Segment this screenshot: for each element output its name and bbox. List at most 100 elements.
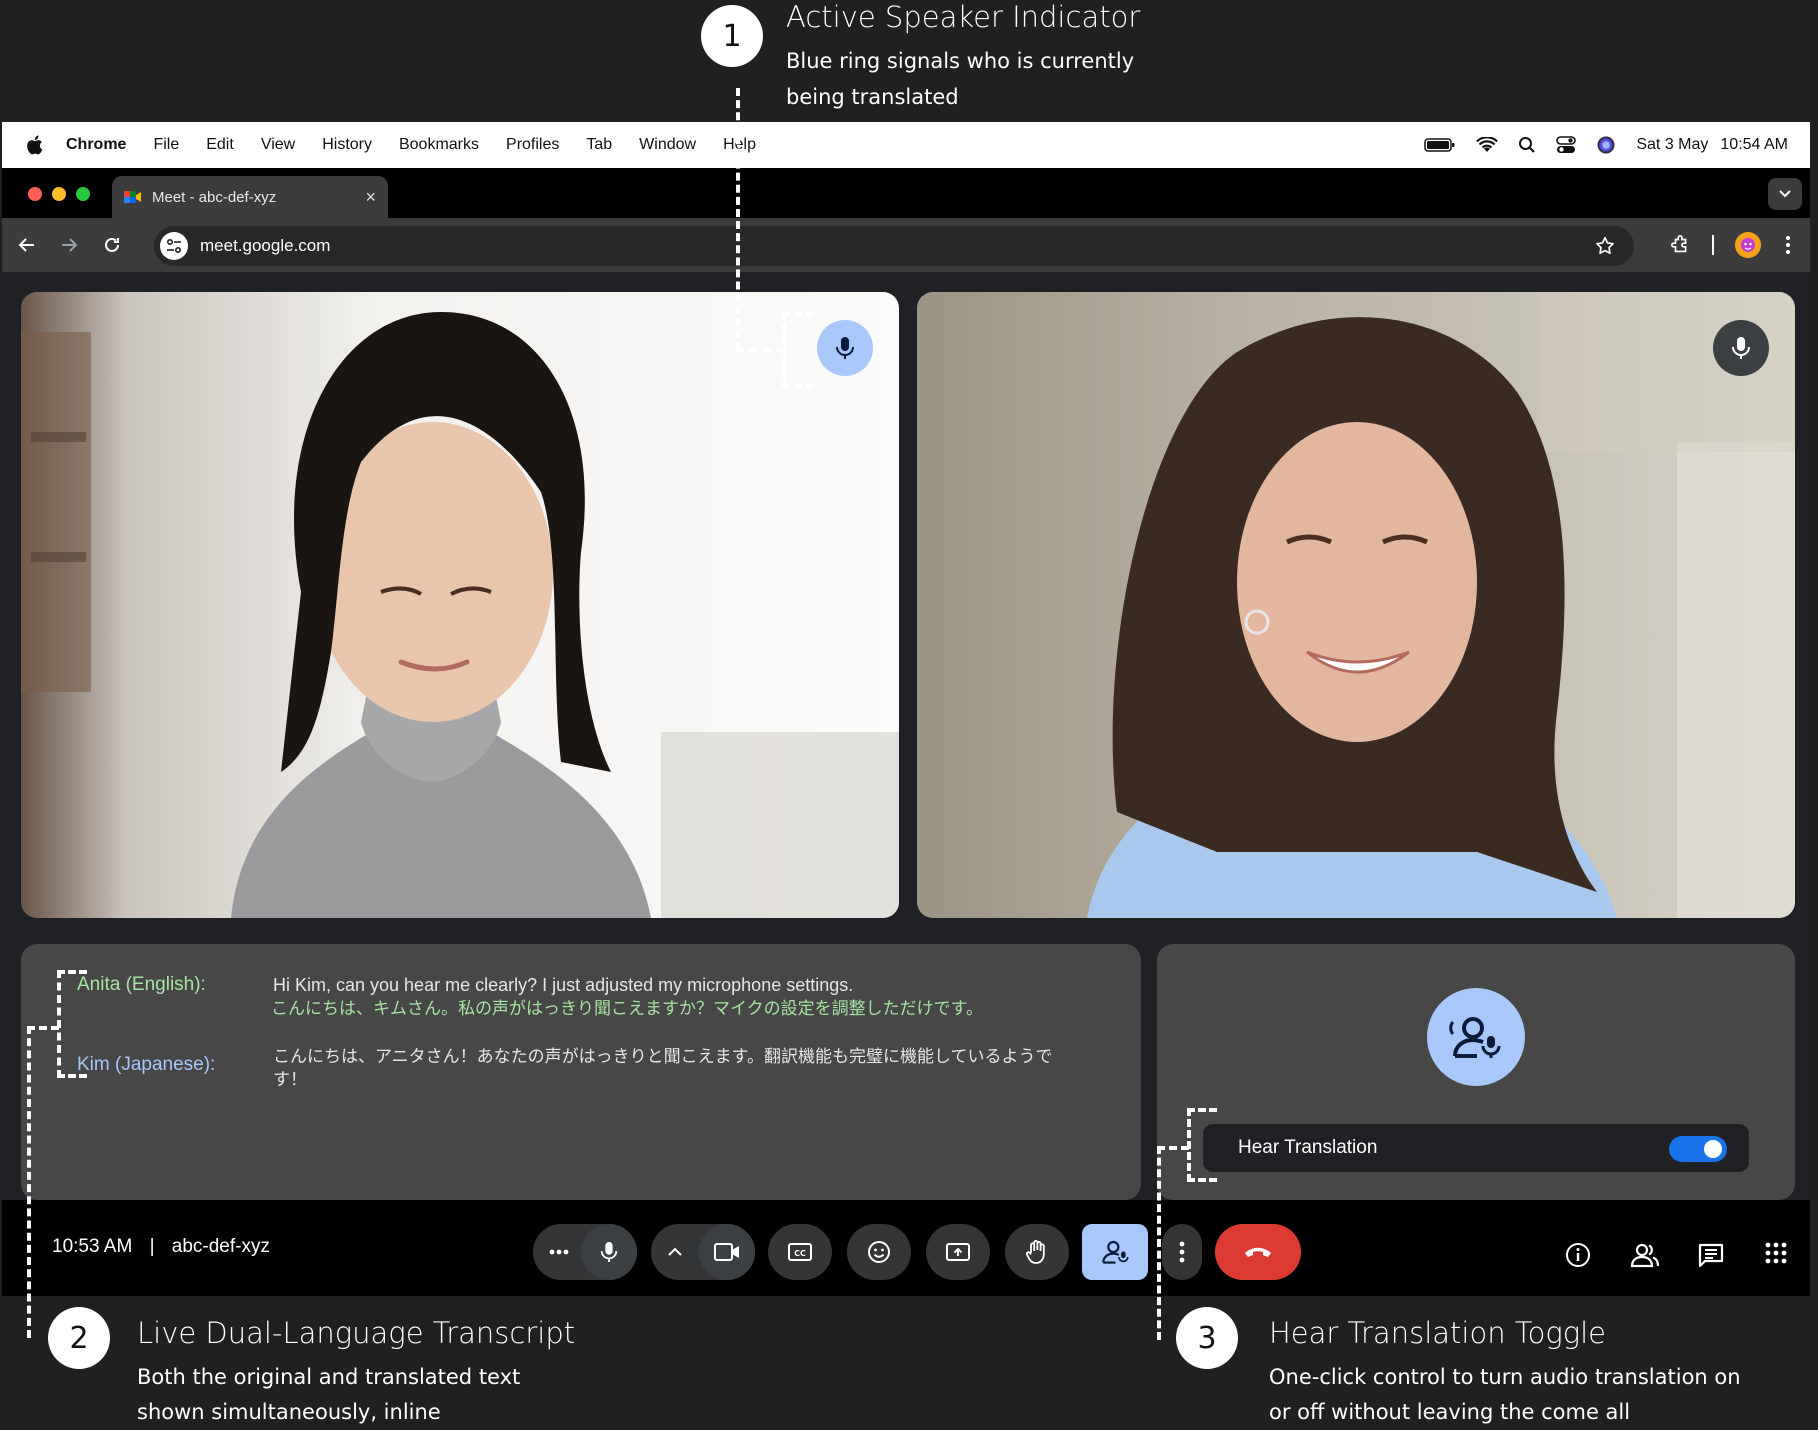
hear-translation-row[interactable]: Hear Translation bbox=[1203, 1124, 1749, 1172]
menu-tab[interactable]: Tab bbox=[586, 136, 612, 154]
tab-title: Meet - abc-def-xyz bbox=[152, 188, 277, 206]
reactions-button[interactable] bbox=[847, 1224, 911, 1280]
more-options-button[interactable] bbox=[1162, 1224, 1202, 1280]
video-camera-icon bbox=[714, 1243, 739, 1261]
url-text[interactable]: meet.google.com bbox=[200, 236, 330, 256]
translation-avatar bbox=[1427, 988, 1525, 1086]
kim-mic-badge bbox=[1713, 320, 1769, 376]
meeting-info-separator: | bbox=[149, 1236, 155, 1257]
search-icon[interactable] bbox=[1518, 136, 1536, 154]
meeting-time: 10:53 AM bbox=[52, 1236, 133, 1257]
toolbar-divider bbox=[1712, 235, 1714, 255]
transcript-speaker-anita: Anita (English): bbox=[77, 974, 206, 995]
menu-history[interactable]: History bbox=[322, 136, 372, 154]
video-tile-kim[interactable] bbox=[917, 292, 1795, 918]
callout-desc-2b: shown simultaneously, inline bbox=[137, 1400, 441, 1424]
microphone-button[interactable] bbox=[581, 1224, 637, 1280]
chevron-down-icon bbox=[1779, 190, 1791, 198]
browser-tab-meet[interactable]: Meet - abc-def-xyz × bbox=[112, 176, 388, 218]
callout-title-3: Hear Translation Toggle bbox=[1269, 1316, 1607, 1350]
address-bar[interactable]: meet.google.com bbox=[154, 226, 1634, 266]
site-info-icon[interactable] bbox=[160, 232, 188, 260]
control-center-icon[interactable] bbox=[1556, 136, 1577, 154]
meet-favicon-icon bbox=[124, 191, 141, 203]
svg-text:CC: CC bbox=[794, 1249, 806, 1258]
reload-button[interactable] bbox=[99, 232, 125, 258]
mic-icon bbox=[1732, 337, 1750, 359]
menubar-date[interactable]: Sat 3 May bbox=[1636, 136, 1708, 154]
browser-menu-icon[interactable] bbox=[1784, 234, 1792, 256]
menu-file[interactable]: File bbox=[153, 136, 179, 154]
present-screen-button[interactable] bbox=[926, 1224, 990, 1280]
callout-connector-2-horizontal bbox=[27, 1026, 59, 1030]
menu-app-name[interactable]: Chrome bbox=[66, 136, 126, 154]
close-window-button[interactable] bbox=[28, 187, 42, 201]
raise-hand-icon bbox=[1025, 1240, 1045, 1264]
callout-bracket-3 bbox=[1187, 1108, 1217, 1182]
arrow-right-icon bbox=[62, 238, 78, 252]
meet-control-bar: 10:53 AM | abc-def-xyz CC bbox=[2, 1200, 1810, 1296]
tab-close-icon[interactable]: × bbox=[365, 187, 376, 208]
menu-window[interactable]: Window bbox=[639, 136, 696, 154]
transcript-speaker-kim: Kim (Japanese): bbox=[77, 1054, 216, 1075]
closed-captions-icon: CC bbox=[788, 1243, 812, 1261]
meeting-details-icon[interactable] bbox=[1565, 1242, 1591, 1268]
callout-connector-3-horizontal bbox=[1157, 1146, 1189, 1150]
chat-icon[interactable] bbox=[1698, 1242, 1724, 1268]
camera-button[interactable] bbox=[699, 1224, 755, 1280]
menu-edit[interactable]: Edit bbox=[206, 136, 234, 154]
profile-avatar[interactable] bbox=[1735, 232, 1761, 258]
mic-icon bbox=[836, 337, 854, 359]
present-screen-icon bbox=[946, 1243, 970, 1261]
leave-call-button[interactable] bbox=[1215, 1224, 1301, 1280]
menu-view[interactable]: View bbox=[261, 136, 295, 154]
participant-video-kim bbox=[1087, 292, 1795, 918]
bookmark-star-icon[interactable] bbox=[1594, 235, 1616, 257]
extensions-icon[interactable] bbox=[1670, 234, 1692, 256]
menu-profiles[interactable]: Profiles bbox=[506, 136, 559, 154]
wifi-icon[interactable] bbox=[1476, 137, 1499, 153]
chevron-up-icon[interactable] bbox=[667, 1247, 683, 1257]
battery-icon[interactable] bbox=[1424, 137, 1456, 153]
hear-translation-label: Hear Translation bbox=[1238, 1137, 1378, 1158]
forward-button[interactable] bbox=[56, 232, 82, 258]
callout-connector-3-vertical bbox=[1157, 1146, 1161, 1340]
back-button[interactable] bbox=[14, 232, 40, 258]
translation-button[interactable] bbox=[1082, 1224, 1148, 1280]
tab-strip: Meet - abc-def-xyz × bbox=[2, 168, 1810, 218]
more-audio-options-icon[interactable] bbox=[549, 1249, 569, 1255]
reload-icon bbox=[105, 237, 119, 252]
callout-bracket-2 bbox=[57, 970, 87, 1078]
zoom-window-button[interactable] bbox=[76, 187, 90, 201]
voice-translate-icon bbox=[1449, 1017, 1501, 1058]
camera-control-group bbox=[651, 1224, 755, 1280]
transcript-kim-original: こんにちは、アニタさん！あなたの声がはっきりと聞こえます。翻訳機能も完璧に機能し… bbox=[273, 1047, 1053, 1089]
raise-hand-button[interactable] bbox=[1005, 1224, 1069, 1280]
arrow-left-icon bbox=[18, 238, 34, 252]
hear-translation-toggle[interactable] bbox=[1669, 1136, 1727, 1162]
activities-grid-icon[interactable] bbox=[1765, 1242, 1787, 1264]
browser-toolbar: meet.google.com bbox=[2, 218, 1810, 272]
siri-icon[interactable] bbox=[1596, 135, 1616, 155]
more-vert-icon bbox=[1179, 1241, 1185, 1263]
video-tile-anita[interactable] bbox=[21, 292, 899, 918]
meet-stage: Anita (English): Hi Kim, can you hear me… bbox=[2, 272, 1810, 1296]
callout-connector-1-horizontal bbox=[736, 348, 784, 352]
transcript-anita-original: Hi Kim, can you hear me clearly? I just … bbox=[273, 975, 854, 995]
menubar-time[interactable]: 10:54 AM bbox=[1720, 136, 1788, 154]
callout-desc-1b: being translated bbox=[786, 85, 959, 109]
browser-window: Meet - abc-def-xyz × meet.google.com Ani… bbox=[2, 168, 1810, 1296]
callout-number-3: 3 bbox=[1176, 1307, 1238, 1369]
voice-translate-icon bbox=[1102, 1240, 1129, 1264]
macos-menubar: Chrome File Edit View History Bookmarks … bbox=[2, 122, 1810, 168]
callout-desc-3b: or off without leaving the come all bbox=[1269, 1400, 1631, 1424]
apple-icon[interactable] bbox=[24, 134, 44, 156]
active-speaker-mic-badge bbox=[817, 320, 873, 376]
people-icon[interactable] bbox=[1630, 1242, 1660, 1268]
emoji-icon bbox=[868, 1241, 890, 1263]
minimize-window-button[interactable] bbox=[52, 187, 66, 201]
tab-search-button[interactable] bbox=[1768, 178, 1802, 210]
menu-bookmarks[interactable]: Bookmarks bbox=[399, 136, 479, 154]
captions-button[interactable]: CC bbox=[768, 1224, 832, 1280]
callout-number-1: 1 bbox=[701, 5, 763, 67]
